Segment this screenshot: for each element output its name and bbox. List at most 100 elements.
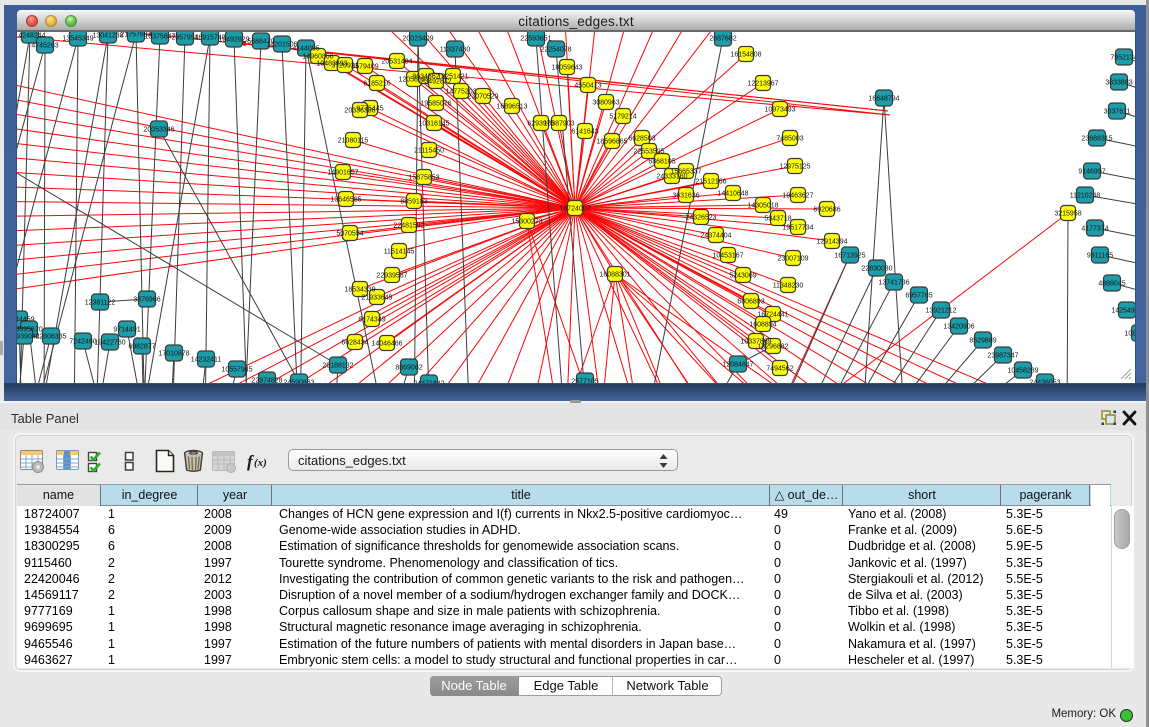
svg-text:14232411: 14232411 xyxy=(191,356,222,363)
svg-text:7952134: 7952134 xyxy=(1110,54,1135,61)
svg-text:22806335: 22806335 xyxy=(35,333,66,340)
svg-text:12084847: 12084847 xyxy=(722,361,753,368)
svg-text:10827246: 10827246 xyxy=(1124,330,1135,337)
svg-text:9311165: 9311165 xyxy=(1087,252,1113,259)
svg-text:7242460: 7242460 xyxy=(69,338,96,345)
svg-text:3895870: 3895870 xyxy=(17,326,43,333)
svg-text:24326523: 24326523 xyxy=(685,214,716,221)
svg-text:17010878: 17010878 xyxy=(158,350,189,357)
svg-text:15875853: 15875853 xyxy=(408,174,439,181)
svg-text:13420906: 13420906 xyxy=(943,323,974,330)
svg-text:18059643: 18059643 xyxy=(551,64,582,71)
svg-text:21512166: 21512166 xyxy=(695,178,726,185)
svg-text:14305018: 14305018 xyxy=(747,202,778,209)
svg-text:7494562: 7494562 xyxy=(766,365,793,372)
svg-text:10316145: 10316145 xyxy=(418,120,449,127)
svg-text:13646585: 13646585 xyxy=(330,196,361,203)
svg-text:15665337: 15665337 xyxy=(670,168,701,175)
svg-text:8869062: 8869062 xyxy=(395,364,422,371)
svg-text:6868105: 6868105 xyxy=(648,158,675,165)
svg-text:16648794: 16648794 xyxy=(868,95,899,102)
svg-text:13921212: 13921212 xyxy=(925,307,956,314)
svg-text:15300273: 15300273 xyxy=(511,218,542,225)
svg-text:20053346: 20053346 xyxy=(143,126,174,133)
svg-text:7485003: 7485003 xyxy=(776,135,803,142)
svg-text:6628434: 6628434 xyxy=(341,339,368,346)
svg-text:24590883: 24590883 xyxy=(283,379,314,383)
svg-text:16896513: 16896513 xyxy=(496,103,527,110)
svg-text:19422760: 19422760 xyxy=(94,339,125,346)
svg-text:3631636: 3631636 xyxy=(672,192,699,199)
svg-text:23688315: 23688315 xyxy=(1081,135,1112,142)
svg-text:1608894: 1608894 xyxy=(749,321,776,328)
svg-text:21080115: 21080115 xyxy=(338,137,369,144)
svg-text:23987347: 23987347 xyxy=(987,352,1018,359)
svg-text:2687682: 2687682 xyxy=(709,35,736,42)
svg-text:12213967: 12213967 xyxy=(747,80,778,87)
svg-text:19492829: 19492829 xyxy=(218,36,249,43)
svg-text:16088301: 16088301 xyxy=(599,271,630,278)
svg-text:9146997: 9146997 xyxy=(1078,168,1105,175)
svg-text:14248244: 14248244 xyxy=(17,32,46,39)
svg-text:3376966: 3376966 xyxy=(133,296,160,303)
svg-text:14960856: 14960856 xyxy=(302,53,333,60)
svg-text:5179214: 5179214 xyxy=(609,113,636,120)
svg-text:6141643: 6141643 xyxy=(571,128,598,135)
svg-text:20336388: 20336388 xyxy=(344,107,375,114)
svg-text:3080963: 3080963 xyxy=(592,99,619,106)
svg-text:14254919: 14254919 xyxy=(1111,307,1135,314)
svg-text:21115450: 21115450 xyxy=(414,147,444,154)
svg-text:19463627: 19463627 xyxy=(782,192,813,199)
svg-text:10557945: 10557945 xyxy=(221,366,252,373)
svg-text:22254078: 22254078 xyxy=(540,46,571,53)
svg-text:4177374: 4177374 xyxy=(1081,225,1108,232)
svg-text:13041238: 13041238 xyxy=(92,32,123,39)
svg-text:20023409: 20023409 xyxy=(402,35,433,42)
svg-text:24436053: 24436053 xyxy=(1029,379,1060,383)
svg-text:18251421: 18251421 xyxy=(437,73,468,80)
svg-text:6806893: 6806893 xyxy=(737,298,764,305)
svg-text:18596865: 18596865 xyxy=(596,138,627,145)
svg-text:23070529: 23070529 xyxy=(467,93,498,100)
svg-text:5070554: 5070554 xyxy=(336,230,363,237)
svg-text:6185216: 6185216 xyxy=(363,80,390,87)
svg-text:22553595: 22553595 xyxy=(633,148,664,155)
svg-text:20188132: 20188132 xyxy=(322,362,353,369)
svg-text:21933649: 21933649 xyxy=(361,294,392,301)
svg-text:22593651: 22593651 xyxy=(520,35,551,42)
svg-text:5243069: 5243069 xyxy=(729,272,756,279)
svg-text:11210248: 11210248 xyxy=(1070,192,1101,199)
svg-text:5343718: 5343718 xyxy=(764,215,791,222)
svg-text:11514145: 11514145 xyxy=(384,248,415,255)
svg-text:6628503: 6628503 xyxy=(628,135,655,142)
svg-text:10453167: 10453167 xyxy=(712,252,743,259)
svg-text:18534339: 18534339 xyxy=(344,286,375,293)
svg-text:2577105: 2577105 xyxy=(571,378,598,383)
svg-text:(x): (x) xyxy=(254,457,267,469)
svg-text:11337430: 11337430 xyxy=(440,46,471,53)
svg-text:11348230: 11348230 xyxy=(773,282,804,289)
svg-text:19517734: 19517734 xyxy=(782,224,813,231)
svg-text:4889045: 4889045 xyxy=(1098,280,1125,287)
svg-text:22481592: 22481592 xyxy=(393,222,424,229)
svg-text:19585076: 19585076 xyxy=(420,100,451,107)
svg-text:3833883: 3833883 xyxy=(1105,79,1132,86)
svg-text:10458289: 10458289 xyxy=(1007,367,1038,374)
svg-text:23244459: 23244459 xyxy=(17,316,35,323)
svg-text:13545349: 13545349 xyxy=(62,35,93,42)
svg-text:6982877: 6982877 xyxy=(128,343,155,350)
svg-text:23007109: 23007109 xyxy=(777,255,808,262)
svg-text:13741736: 13741736 xyxy=(878,279,909,286)
svg-text:9714491: 9714491 xyxy=(113,326,140,333)
svg-text:14901657: 14901657 xyxy=(327,169,358,176)
svg-text:4550413: 4550413 xyxy=(574,82,601,89)
svg-text:4144095: 4144095 xyxy=(292,45,319,52)
svg-text:3037611: 3037611 xyxy=(1104,108,1131,115)
svg-text:22974828: 22974828 xyxy=(251,377,282,383)
svg-text:18724007: 18724007 xyxy=(559,205,590,212)
svg-text:12381122: 12381122 xyxy=(85,299,116,306)
svg-text:3215958: 3215958 xyxy=(1054,210,1081,217)
svg-text:24374404: 24374404 xyxy=(700,232,731,239)
svg-text:6957765: 6957765 xyxy=(905,292,932,299)
svg-text:18296882: 18296882 xyxy=(757,343,788,350)
